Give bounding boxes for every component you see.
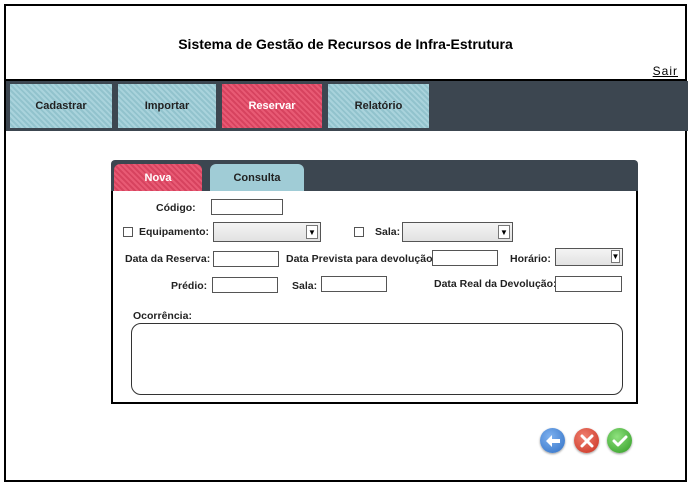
data-reserva-input[interactable] xyxy=(213,251,279,267)
ocorrencia-label: Ocorrência: xyxy=(133,310,192,322)
data-prevista-input[interactable] xyxy=(432,250,498,266)
ocorrencia-textarea[interactable] xyxy=(131,323,623,395)
sala-label: Sala: xyxy=(292,280,318,292)
nav-item-reservar[interactable]: Reservar xyxy=(222,84,322,128)
sala-input[interactable] xyxy=(321,276,387,292)
codigo-label: Código: xyxy=(156,202,196,214)
back-arrow-icon xyxy=(545,434,560,447)
data-real-label: Data Real da Devolução: xyxy=(434,278,557,290)
data-prevista-label: Data Prevista para devolução: xyxy=(286,253,436,265)
dropdown-arrow-icon: ▼ xyxy=(498,225,510,239)
confirm-check-icon xyxy=(612,435,627,446)
codigo-input[interactable] xyxy=(211,199,283,215)
cancel-button[interactable] xyxy=(574,428,599,453)
tab-nova[interactable]: Nova xyxy=(114,164,202,191)
sala-select-label: Sala: xyxy=(375,226,401,238)
data-real-input[interactable] xyxy=(555,276,622,292)
sala-select[interactable]: ▼ xyxy=(402,222,513,242)
nav-item-relatorio[interactable]: Relatório xyxy=(328,84,429,128)
reservation-panel: Nova Consulta Código: Equipamento: ▼ Sal… xyxy=(111,160,638,404)
horario-select[interactable]: ▼ xyxy=(555,248,623,266)
cancel-x-icon xyxy=(580,434,593,447)
confirm-button[interactable] xyxy=(607,428,632,453)
tab-consulta[interactable]: Consulta xyxy=(210,164,304,191)
sala-select-checkbox[interactable] xyxy=(354,227,364,237)
dropdown-arrow-icon: ▼ xyxy=(306,225,318,239)
equipamento-label: Equipamento: xyxy=(139,226,209,238)
tab-bar: Nova Consulta xyxy=(111,160,638,191)
nav-item-cadastrar[interactable]: Cadastrar xyxy=(10,84,112,128)
equipamento-select[interactable]: ▼ xyxy=(213,222,321,242)
tab-content-nova: Código: Equipamento: ▼ Sala: ▼ Data da R… xyxy=(111,191,638,404)
data-reserva-label: Data da Reserva: xyxy=(125,253,211,265)
back-button[interactable] xyxy=(540,428,565,453)
logout-link[interactable]: Sair xyxy=(653,64,678,78)
nav-item-importar[interactable]: Importar xyxy=(118,84,216,128)
horario-label: Horário: xyxy=(510,253,551,265)
equipamento-checkbox[interactable] xyxy=(123,227,133,237)
main-nav: Cadastrar Importar Reservar Relatório xyxy=(6,81,688,131)
predio-label: Prédio: xyxy=(171,280,208,292)
dropdown-arrow-icon: ▼ xyxy=(611,250,620,263)
predio-input[interactable] xyxy=(212,277,278,293)
app-title: Sistema de Gestão de Recursos de Infra-E… xyxy=(178,36,513,52)
